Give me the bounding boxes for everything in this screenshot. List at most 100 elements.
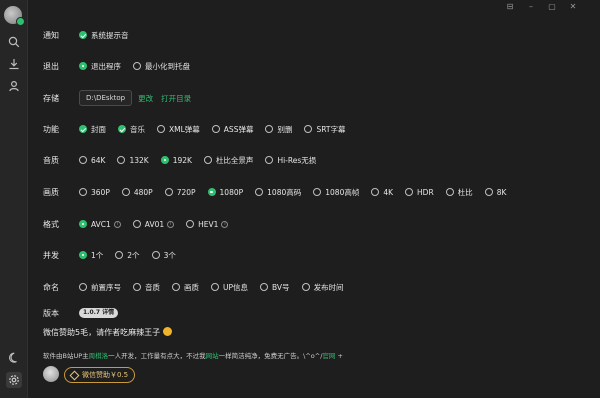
radio[interactable] <box>79 156 87 164</box>
option-features-3[interactable]: ASS弹幕 <box>211 124 253 135</box>
checkbox[interactable] <box>157 125 165 133</box>
option-concurrency-0[interactable]: 1个 <box>79 250 103 261</box>
checkbox[interactable] <box>211 125 220 133</box>
radio[interactable] <box>301 283 310 291</box>
radio[interactable] <box>79 283 87 291</box>
option-format-2[interactable]: HEV1 i <box>186 220 229 229</box>
pin-button[interactable]: ⊟ <box>503 2 517 12</box>
option-quality-3[interactable]: 1080P <box>207 188 243 197</box>
radio[interactable] <box>133 283 141 291</box>
checkbox[interactable] <box>79 125 87 133</box>
option-naming-1[interactable]: 音质 <box>133 282 160 293</box>
wechat-donate-button[interactable]: 微信赞助￥0.5 <box>64 367 136 383</box>
option-label: AVC1 <box>91 219 111 229</box>
radio[interactable] <box>255 188 264 196</box>
radio[interactable] <box>445 188 454 196</box>
radio[interactable] <box>132 220 141 228</box>
option-quality-1[interactable]: 480P <box>121 188 153 197</box>
radio[interactable] <box>79 188 87 196</box>
option-label: 1个 <box>91 250 104 260</box>
radio[interactable] <box>371 188 380 196</box>
option-features-0[interactable]: 封面 <box>79 124 106 135</box>
storage-path-field[interactable]: D:\DEsktop <box>79 90 133 106</box>
radio[interactable] <box>186 220 195 228</box>
option-exit-1[interactable]: 最小化到托盘 <box>133 61 190 72</box>
radio[interactable] <box>117 156 126 164</box>
option-features-1[interactable]: 音乐 <box>118 124 145 135</box>
option-audio-3[interactable]: 杜比全景声 <box>203 155 254 166</box>
option-features-4[interactable]: 别删 <box>265 124 292 135</box>
option-naming-0[interactable]: 前置序号 <box>79 282 121 293</box>
option-concurrency-1[interactable]: 2个 <box>115 250 140 261</box>
option-naming-5[interactable]: 发布时间 <box>301 282 344 293</box>
option-quality-2[interactable]: 720P <box>164 188 196 197</box>
option-features-5[interactable]: SRT字幕 <box>304 124 345 135</box>
checkbox[interactable] <box>79 31 87 39</box>
author-link[interactable]: 周棋洛 <box>89 352 109 360</box>
radio[interactable] <box>203 156 212 164</box>
option-format-0[interactable]: AVC1 i <box>79 220 121 229</box>
maximize-button[interactable]: ▢ <box>545 2 559 12</box>
option-quality-9[interactable]: 8K <box>484 188 506 197</box>
option-label: 别删 <box>277 124 293 134</box>
option-audio-2[interactable]: 192K <box>160 156 192 165</box>
checkbox[interactable] <box>265 125 274 133</box>
option-quality-6[interactable]: 4K <box>371 188 393 197</box>
version-badge[interactable]: 1.0.7 详情 <box>79 308 119 318</box>
option-features-2[interactable]: XML弹幕 <box>157 124 200 135</box>
radio[interactable] <box>172 283 180 291</box>
official-site-link[interactable]: 官网 <box>322 352 335 360</box>
radio[interactable] <box>160 156 169 164</box>
info-icon[interactable]: i <box>221 220 229 228</box>
radio[interactable] <box>313 188 322 196</box>
option-naming-2[interactable]: 画质 <box>172 282 199 293</box>
close-button[interactable]: ✕ <box>566 2 580 12</box>
info-icon[interactable]: i <box>113 220 121 228</box>
option-label: 3个 <box>163 250 176 260</box>
checkbox[interactable] <box>118 125 126 133</box>
label-storage: 存储 <box>43 93 59 103</box>
radio[interactable] <box>265 156 274 164</box>
radio[interactable] <box>484 188 493 196</box>
option-concurrency-2[interactable]: 3个 <box>151 250 176 261</box>
radio[interactable] <box>79 220 87 228</box>
radio[interactable] <box>164 188 173 196</box>
window-controls: ⊟ – ▢ ✕ <box>503 2 580 12</box>
option-notify-0[interactable]: 系统提示音 <box>79 30 129 41</box>
option-audio-4[interactable]: Hi-Res无损 <box>265 155 316 166</box>
user-icon[interactable] <box>6 78 22 94</box>
avatar[interactable] <box>4 6 25 26</box>
settings-icon[interactable] <box>6 372 22 388</box>
option-label: 杜比全景声 <box>215 155 254 165</box>
option-naming-3[interactable]: UP信息 <box>211 282 248 293</box>
option-audio-0[interactable]: 64K <box>79 156 105 165</box>
radio[interactable] <box>79 251 87 259</box>
radio[interactable] <box>211 283 219 291</box>
open-directory-link[interactable]: 打开目录 <box>161 93 191 104</box>
radio[interactable] <box>121 188 130 196</box>
option-audio-1[interactable]: 132K <box>117 156 149 165</box>
minimize-button[interactable]: – <box>524 2 538 12</box>
radio[interactable] <box>115 251 124 259</box>
option-naming-4[interactable]: BV号 <box>260 282 290 293</box>
download-icon[interactable] <box>6 56 22 72</box>
option-exit-0[interactable]: 退出程序 <box>79 61 121 72</box>
radio[interactable] <box>260 283 269 291</box>
info-icon[interactable]: i <box>167 220 175 228</box>
change-path-link[interactable]: 更改 <box>138 93 153 104</box>
search-icon[interactable] <box>6 34 22 50</box>
radio[interactable] <box>207 188 216 196</box>
option-quality-4[interactable]: 1080高码 <box>255 187 301 198</box>
moon-icon[interactable] <box>6 350 22 366</box>
checkbox[interactable] <box>304 125 313 133</box>
radio[interactable] <box>133 62 141 70</box>
option-quality-0[interactable]: 360P <box>79 188 110 197</box>
radio[interactable] <box>151 251 160 259</box>
option-format-1[interactable]: AV01 i <box>132 220 175 229</box>
radio[interactable] <box>405 188 414 196</box>
website-link[interactable]: 网站 <box>206 352 219 360</box>
option-quality-5[interactable]: 1080高帧 <box>313 187 359 198</box>
option-quality-7[interactable]: HDR <box>405 188 434 197</box>
option-quality-8[interactable]: 杜比 <box>445 187 473 198</box>
radio[interactable] <box>79 62 87 70</box>
